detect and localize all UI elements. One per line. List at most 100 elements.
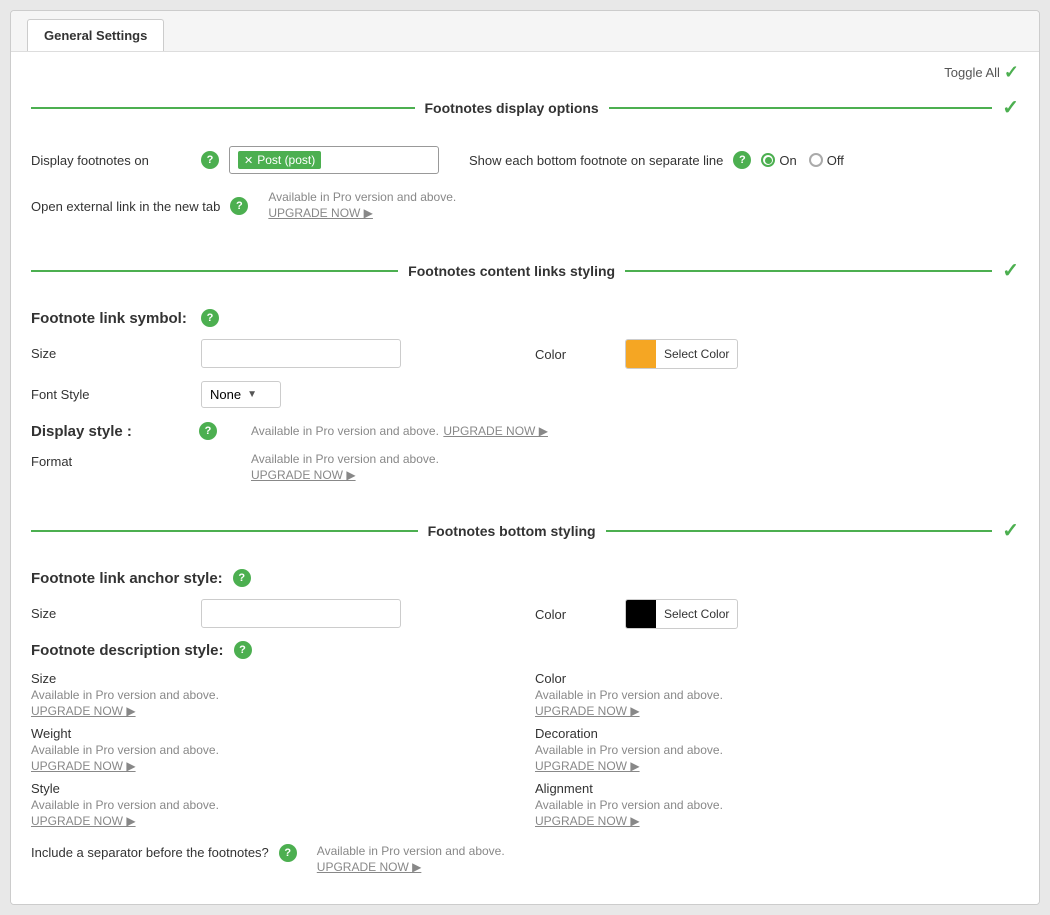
desc-style-label: Style bbox=[31, 781, 191, 796]
anchor-color-label: Color bbox=[535, 607, 615, 622]
desc-weight-col: Weight Available in Pro version and abov… bbox=[31, 726, 515, 773]
desc-style-upgrade-link[interactable]: UPGRADE NOW ▶ bbox=[31, 814, 136, 828]
desc-weight-decoration-row: Weight Available in Pro version and abov… bbox=[31, 722, 1019, 777]
anchor-size-label: Size bbox=[31, 606, 191, 621]
desc-alignment-col: Alignment Available in Pro version and a… bbox=[535, 781, 1019, 828]
tab-header: General Settings bbox=[11, 11, 1039, 52]
desc-weight-upgrade-link[interactable]: UPGRADE NOW ▶ bbox=[31, 759, 136, 773]
open-external-pro-notice: Available in Pro version and above. bbox=[268, 190, 456, 204]
section3-check-icon[interactable]: ✓ bbox=[1002, 518, 1019, 543]
anchor-color-select-btn[interactable]: Select Color bbox=[625, 599, 738, 629]
display-style-left: Display style : ? bbox=[31, 422, 251, 440]
format-upgrade-link[interactable]: UPGRADE NOW ▶ bbox=[251, 468, 356, 482]
display-footnotes-tag-input[interactable]: ✕ Post (post) bbox=[229, 146, 439, 174]
off-radio-label: Off bbox=[827, 153, 844, 168]
open-external-upgrade-link[interactable]: UPGRADE NOW ▶ bbox=[268, 206, 373, 220]
desc-decoration-label: Decoration bbox=[535, 726, 695, 741]
size-label: Size bbox=[31, 346, 191, 361]
section3-line-right bbox=[606, 530, 993, 532]
open-external-row: Open external link in the new tab ? Avai… bbox=[31, 182, 1019, 230]
display-style-right: Available in Pro version and above. UPGR… bbox=[251, 422, 1019, 440]
desc-color-col: Color Available in Pro version and above… bbox=[535, 671, 1019, 718]
color-swatch-black bbox=[626, 600, 656, 628]
section1-header: Footnotes display options ✓ bbox=[11, 87, 1039, 128]
footnote-description-help-icon[interactable]: ? bbox=[234, 641, 252, 659]
desc-color-upgrade-link[interactable]: UPGRADE NOW ▶ bbox=[535, 704, 640, 718]
on-radio-label: On bbox=[779, 153, 796, 168]
font-style-value: None bbox=[210, 387, 241, 402]
desc-style-alignment-row: Style Available in Pro version and above… bbox=[31, 777, 1019, 832]
desc-size-upgrade-link[interactable]: UPGRADE NOW ▶ bbox=[31, 704, 136, 718]
footnote-description-label: Footnote description style: bbox=[31, 642, 224, 659]
separator-row: Include a separator before the footnotes… bbox=[31, 832, 1019, 884]
toggle-all-bar: Toggle All ✓ bbox=[11, 52, 1039, 87]
footnote-link-anchor-help-icon[interactable]: ? bbox=[233, 569, 251, 587]
show-each-bottom-help-icon[interactable]: ? bbox=[733, 151, 751, 169]
toggle-all-link[interactable]: Toggle All ✓ bbox=[944, 62, 1019, 83]
footnote-link-symbol-help-icon[interactable]: ? bbox=[201, 309, 219, 327]
section1-title: Footnotes display options bbox=[425, 100, 599, 116]
size-input[interactable] bbox=[201, 339, 401, 368]
color-select-label: Select Color bbox=[656, 343, 737, 365]
separator-pro: Available in Pro version and above. UPGR… bbox=[317, 844, 505, 876]
footnote-description-row: Footnote description style: ? bbox=[31, 633, 1019, 667]
tab-general-settings[interactable]: General Settings bbox=[27, 19, 164, 51]
desc-style-pro-notice: Available in Pro version and above. bbox=[31, 798, 219, 812]
desc-weight-pro-notice: Available in Pro version and above. bbox=[31, 743, 219, 757]
on-off-radio-group: On Off bbox=[761, 153, 843, 168]
separator-label-group: Include a separator before the footnotes… bbox=[31, 844, 269, 862]
separator-help-icon[interactable]: ? bbox=[279, 844, 297, 862]
section1-line-right bbox=[609, 107, 993, 109]
display-footnotes-help-icon[interactable]: ? bbox=[201, 151, 219, 169]
footnote-link-anchor-row: Footnote link anchor style: ? bbox=[31, 561, 1019, 595]
anchor-color-col: Color Select Color bbox=[535, 599, 1019, 629]
off-radio-option[interactable]: Off bbox=[809, 153, 844, 168]
display-footnotes-row: Display footnotes on ? ✕ Post (post) Sho… bbox=[31, 138, 1019, 182]
section1-check-icon[interactable]: ✓ bbox=[1002, 95, 1019, 120]
format-row: Format Available in Pro version and abov… bbox=[31, 446, 1019, 490]
section2-check-icon[interactable]: ✓ bbox=[1002, 258, 1019, 283]
anchor-size-input[interactable] bbox=[201, 599, 401, 628]
desc-color-pro-notice: Available in Pro version and above. bbox=[535, 688, 723, 702]
desc-decoration-pro-notice: Available in Pro version and above. bbox=[535, 743, 723, 757]
show-each-bottom-label: Show each bottom footnote on separate li… bbox=[469, 153, 723, 168]
separator-upgrade-link[interactable]: UPGRADE NOW ▶ bbox=[317, 860, 422, 874]
section1-settings: Display footnotes on ? ✕ Post (post) Sho… bbox=[11, 128, 1039, 250]
display-style-help-icon[interactable]: ? bbox=[199, 422, 217, 440]
section2-line-left bbox=[31, 270, 398, 272]
footnote-link-symbol-label: Footnote link symbol: bbox=[31, 310, 191, 327]
desc-size-col: Size Available in Pro version and above.… bbox=[31, 671, 515, 718]
format-pro-notice: Available in Pro version and above. bbox=[251, 452, 1019, 466]
size-col: Size bbox=[31, 339, 515, 368]
toggle-all-label: Toggle All bbox=[944, 65, 1000, 80]
on-radio-dot[interactable] bbox=[761, 153, 775, 167]
section3-line-left bbox=[31, 530, 418, 532]
post-tag[interactable]: ✕ Post (post) bbox=[238, 151, 321, 169]
section1-line-left bbox=[31, 107, 415, 109]
desc-decoration-col: Decoration Available in Pro version and … bbox=[535, 726, 1019, 773]
section3-header: Footnotes bottom styling ✓ bbox=[11, 510, 1039, 551]
desc-alignment-upgrade-link[interactable]: UPGRADE NOW ▶ bbox=[535, 814, 640, 828]
post-tag-x-icon[interactable]: ✕ bbox=[244, 154, 253, 167]
color-col: Color Select Color bbox=[535, 339, 1019, 369]
anchor-select-color-label: Select Color bbox=[656, 603, 737, 625]
display-style-upgrade-link[interactable]: UPGRADE NOW ▶ bbox=[443, 424, 548, 438]
open-external-help-icon[interactable]: ? bbox=[230, 197, 248, 215]
desc-size-label: Size bbox=[31, 671, 191, 686]
open-external-label: Open external link in the new tab bbox=[31, 199, 220, 214]
display-footnotes-label: Display footnotes on bbox=[31, 153, 191, 168]
section3-title: Footnotes bottom styling bbox=[428, 523, 596, 539]
font-style-arrow-icon: ▼ bbox=[247, 389, 257, 400]
on-radio-option[interactable]: On bbox=[761, 153, 796, 168]
anchor-size-color-row: Size Color Select Color bbox=[31, 595, 1019, 633]
open-external-pro: Available in Pro version and above. UPGR… bbox=[268, 190, 456, 222]
font-style-select[interactable]: None ▼ bbox=[201, 381, 281, 408]
desc-size-pro-notice: Available in Pro version and above. bbox=[31, 688, 219, 702]
footnote-link-symbol-row: Footnote link symbol: ? bbox=[31, 301, 1019, 335]
desc-decoration-upgrade-link[interactable]: UPGRADE NOW ▶ bbox=[535, 759, 640, 773]
size-color-row: Size Color Select Color bbox=[31, 335, 1019, 373]
off-radio-dot[interactable] bbox=[809, 153, 823, 167]
desc-style-col: Style Available in Pro version and above… bbox=[31, 781, 515, 828]
color-swatch-orange bbox=[626, 340, 656, 368]
color-select-btn[interactable]: Select Color bbox=[625, 339, 738, 369]
